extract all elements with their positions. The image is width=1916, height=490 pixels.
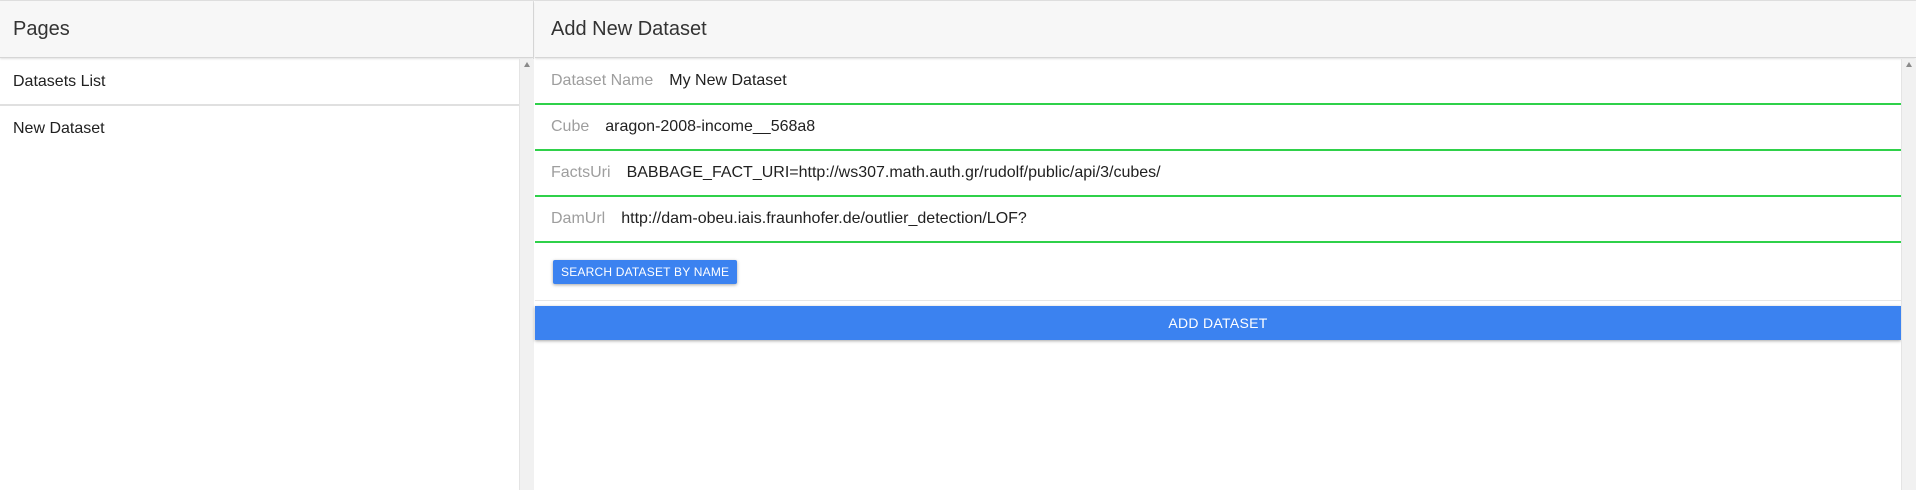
dataset-form: Dataset Name Cube FactsUri DamUrl SEARCH… [535, 59, 1901, 340]
scroll-up-icon[interactable] [1906, 62, 1912, 67]
main-panel: Add New Dataset Dataset Name Cube FactsU… [535, 1, 1916, 490]
sidebar-list: Datasets List New Dataset [0, 59, 519, 151]
dataset-name-field: Dataset Name [535, 59, 1901, 105]
cube-field: Cube [535, 105, 1901, 151]
cube-label: Cube [551, 118, 590, 135]
sidebar-item-new-dataset[interactable]: New Dataset [0, 105, 519, 151]
app-window: Pages Datasets List New Dataset Add New … [0, 0, 1916, 490]
search-row: SEARCH DATASET BY NAME [535, 243, 1901, 301]
sidebar-item-label: Datasets List [13, 72, 106, 90]
dataset-name-input[interactable] [669, 66, 1901, 96]
dam-url-field: DamUrl [535, 197, 1901, 243]
sidebar-item-datasets-list[interactable]: Datasets List [0, 59, 519, 105]
cube-input[interactable] [605, 112, 1901, 142]
facts-uri-label: FactsUri [551, 164, 611, 181]
dam-url-input[interactable] [621, 204, 1901, 234]
search-dataset-button[interactable]: SEARCH DATASET BY NAME [553, 259, 738, 284]
page-title: Add New Dataset [551, 17, 707, 40]
facts-uri-field: FactsUri [535, 151, 1901, 197]
dam-url-label: DamUrl [551, 210, 606, 227]
sidebar-item-label: New Dataset [13, 119, 105, 137]
main-scrollbar[interactable] [1901, 59, 1916, 490]
sidebar-header: Pages [0, 1, 533, 58]
sidebar-title: Pages [13, 17, 70, 40]
add-dataset-button[interactable]: ADD DATASET [535, 306, 1901, 340]
main-header: Add New Dataset [535, 1, 1916, 58]
sidebar-scrollbar[interactable] [519, 59, 534, 490]
dataset-name-label: Dataset Name [551, 72, 654, 89]
scroll-up-icon[interactable] [524, 62, 530, 67]
facts-uri-input[interactable] [626, 158, 1901, 188]
sidebar: Pages Datasets List New Dataset [0, 1, 534, 490]
